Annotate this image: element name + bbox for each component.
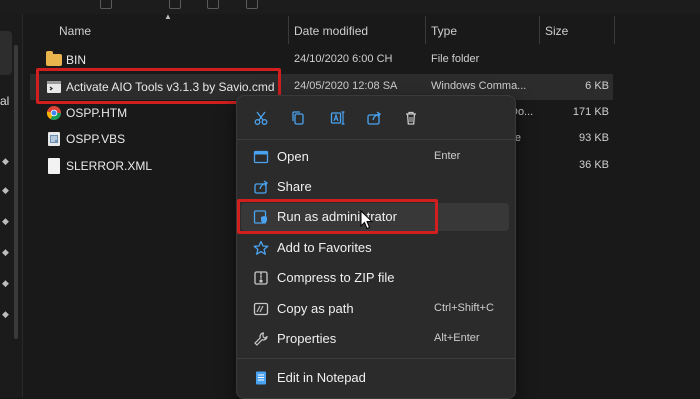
column-header-name[interactable]: Name bbox=[59, 24, 91, 38]
menu-item-label: Run as administrator bbox=[277, 209, 397, 224]
file-name: OSPP.HTM bbox=[66, 106, 128, 120]
menu-item-label: Share bbox=[277, 179, 312, 194]
nav-item-label: al bbox=[0, 94, 10, 108]
zip-icon bbox=[253, 270, 269, 286]
file-date: 24/10/2020 6:00 CH bbox=[294, 53, 393, 65]
star-icon bbox=[253, 240, 269, 256]
file-size: 36 KB bbox=[579, 159, 609, 171]
toolbar-button-icon[interactable] bbox=[207, 0, 219, 9]
nav-scrollbar[interactable] bbox=[14, 45, 18, 339]
menu-item-shortcut: Alt+Enter bbox=[434, 332, 480, 344]
file-name: Activate AIO Tools v3.1.3 by Savio.cmd bbox=[66, 80, 275, 94]
nav-selected-item[interactable] bbox=[0, 31, 12, 75]
chrome-icon bbox=[46, 105, 62, 121]
copy-icon[interactable] bbox=[285, 105, 311, 131]
cmd-file-icon bbox=[46, 79, 62, 95]
menu-item-add-to-favorites[interactable]: Add to Favorites bbox=[241, 234, 509, 262]
column-divider[interactable] bbox=[288, 16, 289, 44]
run-as-admin-icon bbox=[253, 209, 269, 225]
pin-icon: ◆ bbox=[2, 309, 9, 319]
menu-item-shortcut: Ctrl+Shift+C bbox=[434, 302, 494, 314]
file-date: 24/05/2020 12:08 SA bbox=[294, 80, 398, 92]
sort-ascending-icon[interactable]: ▲ bbox=[164, 13, 172, 21]
menu-item-label: Copy as path bbox=[277, 301, 354, 316]
file-name: SLERROR.XML bbox=[66, 159, 153, 173]
file-size: 93 KB bbox=[579, 132, 609, 144]
menu-item-share[interactable]: Share bbox=[241, 173, 509, 201]
cut-icon[interactable] bbox=[248, 105, 274, 131]
menu-item-properties[interactable]: Properties Alt+Enter bbox=[241, 325, 509, 353]
context-menu: Open Enter Share Run as administrator Ad… bbox=[236, 95, 516, 399]
column-header-size[interactable]: Size bbox=[545, 24, 568, 38]
menu-item-compress-to-zip[interactable]: Compress to ZIP file bbox=[241, 264, 509, 292]
menu-item-copy-as-path[interactable]: Copy as path Ctrl+Shift+C bbox=[241, 295, 509, 323]
folder-icon bbox=[46, 51, 62, 66]
xml-file-icon bbox=[48, 158, 60, 174]
copy-path-icon bbox=[253, 301, 269, 317]
menu-item-label: Add to Favorites bbox=[277, 240, 372, 255]
menu-item-edit-in-notepad[interactable]: Edit in Notepad bbox=[241, 364, 509, 392]
column-header-type[interactable]: Type bbox=[431, 24, 457, 38]
toolbar-button-icon[interactable] bbox=[246, 0, 258, 9]
delete-icon[interactable] bbox=[398, 105, 424, 131]
toolbar-strip bbox=[0, 0, 700, 14]
menu-divider bbox=[237, 139, 515, 140]
column-divider[interactable] bbox=[425, 16, 426, 44]
column-header-date-modified[interactable]: Date modified bbox=[294, 24, 368, 38]
file-size: 171 KB bbox=[572, 106, 609, 118]
pin-icon: ◆ bbox=[2, 156, 9, 166]
toolbar-button-icon[interactable] bbox=[169, 0, 181, 9]
menu-item-label: Compress to ZIP file bbox=[277, 270, 395, 285]
column-divider[interactable] bbox=[539, 16, 540, 44]
menu-item-shortcut: Enter bbox=[434, 150, 461, 162]
share-icon bbox=[253, 179, 269, 195]
vbs-file-icon bbox=[46, 131, 62, 147]
navigation-pane: al ◆ ◆ ◆ ◆ ◆ ◆ bbox=[0, 14, 23, 397]
menu-item-label: Edit in Notepad bbox=[277, 370, 366, 385]
pin-icon: ◆ bbox=[2, 185, 9, 195]
menu-item-run-as-administrator[interactable]: Run as administrator bbox=[241, 203, 509, 231]
menu-item-label: Properties bbox=[277, 331, 337, 346]
file-size: 6 KB bbox=[585, 80, 609, 92]
file-type: File folder bbox=[431, 53, 480, 65]
pin-icon: ◆ bbox=[2, 278, 9, 288]
wrench-icon bbox=[253, 331, 269, 347]
menu-item-open[interactable]: Open Enter bbox=[241, 143, 509, 171]
rename-icon[interactable] bbox=[325, 105, 351, 131]
menu-divider bbox=[237, 358, 515, 359]
file-name: BIN bbox=[66, 53, 87, 67]
open-icon bbox=[253, 149, 269, 165]
file-type: Windows Comma... bbox=[431, 80, 527, 92]
notepad-icon bbox=[253, 370, 269, 386]
toolbar-button-icon[interactable] bbox=[100, 0, 112, 9]
mouse-cursor-icon bbox=[360, 210, 374, 230]
pin-icon: ◆ bbox=[2, 247, 9, 257]
menu-item-label: Open bbox=[277, 149, 309, 164]
pin-icon: ◆ bbox=[2, 216, 9, 226]
file-name: OSPP.VBS bbox=[66, 132, 126, 146]
column-divider[interactable] bbox=[614, 16, 615, 44]
file-row[interactable]: BIN 24/10/2020 6:00 CH File folder bbox=[30, 47, 613, 73]
share-icon[interactable] bbox=[361, 105, 387, 131]
